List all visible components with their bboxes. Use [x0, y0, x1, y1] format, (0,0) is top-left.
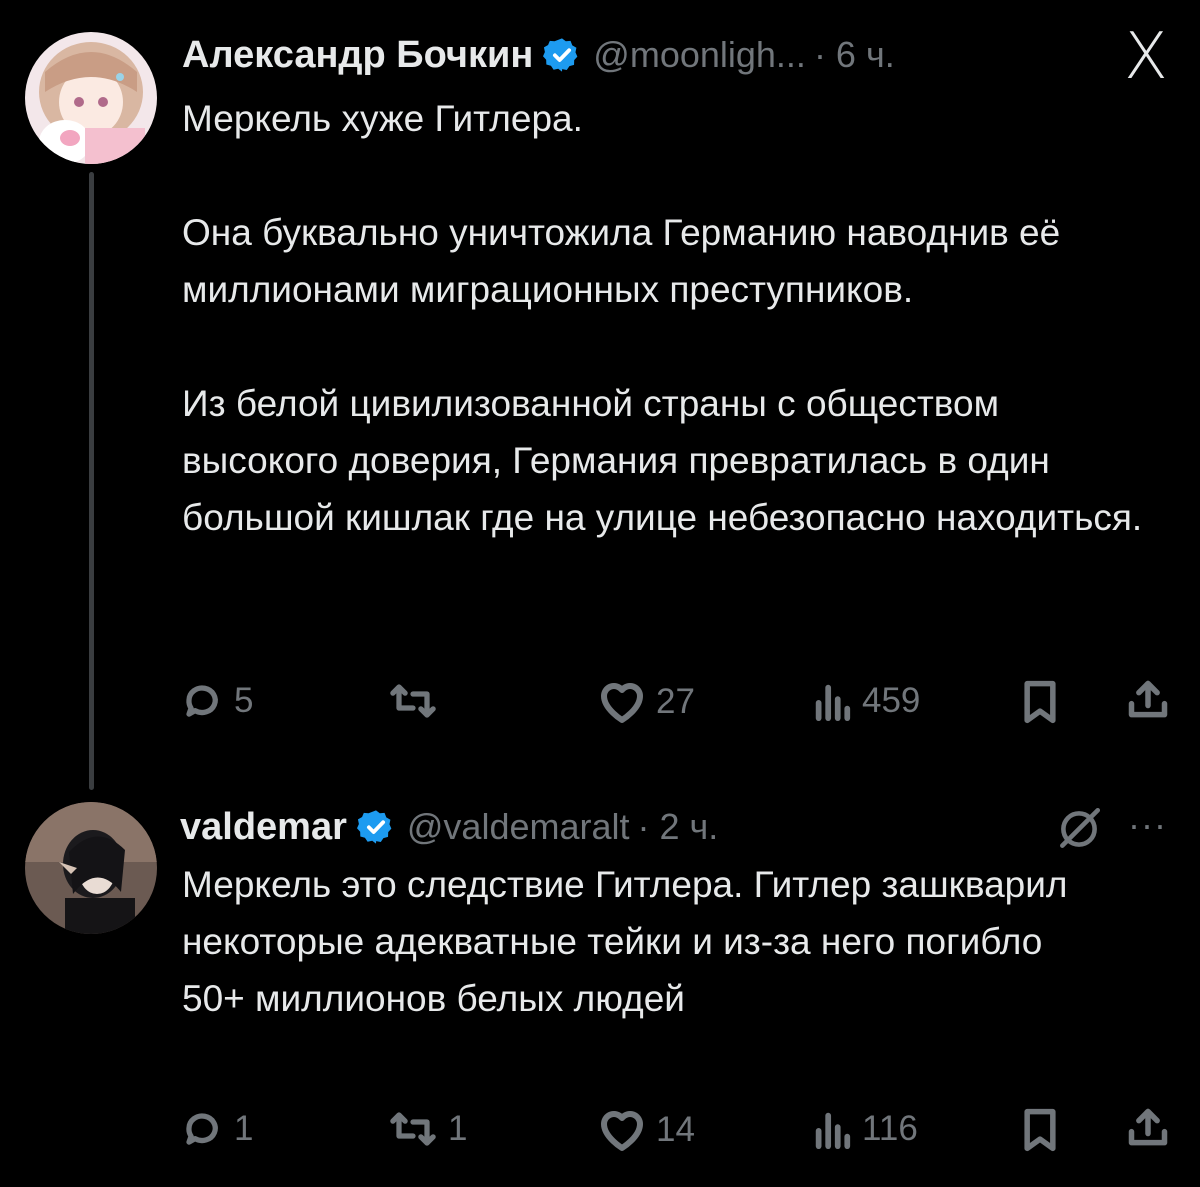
tweet-paragraph: Из белой цивилизованной страны с обществ… — [182, 383, 1143, 538]
author-name[interactable]: Александр Бочкин — [182, 34, 533, 77]
author-handle[interactable]: @moonligh... — [593, 34, 806, 76]
tweet-paragraph: Меркель хуже Гитлера. — [182, 98, 583, 139]
like-count: 27 — [656, 682, 695, 721]
heart-icon — [601, 1111, 643, 1151]
views-count: 459 — [862, 681, 921, 720]
bookmark-icon — [1024, 680, 1056, 724]
like-button[interactable]: 27 — [598, 680, 695, 724]
tweet-time[interactable]: · 2 ч. — [638, 806, 719, 848]
reply-icon — [186, 1113, 218, 1145]
tweet: Александр Бочкин @moonligh... · 6 ч. X М… — [0, 0, 1200, 790]
tweet-time[interactable]: · 6 ч. — [814, 34, 895, 76]
avatar[interactable] — [25, 802, 157, 934]
share-icon — [1128, 1108, 1168, 1146]
reply-count: 1 — [234, 1109, 254, 1148]
tweet-actions: 1 1 14 116 — [0, 1108, 1200, 1158]
author-name[interactable]: valdemar — [180, 806, 347, 849]
repost-button[interactable] — [388, 680, 438, 722]
avatar[interactable] — [25, 32, 157, 164]
author-handle[interactable]: @valdemaralt — [407, 806, 630, 848]
tweet-header: Александр Бочкин @moonligh... · 6 ч. — [182, 30, 895, 80]
grok-icon[interactable] — [1054, 804, 1104, 859]
bookmark-button[interactable] — [1020, 680, 1060, 724]
repost-count: 1 — [448, 1109, 468, 1148]
views-button[interactable]: 116 — [812, 1108, 918, 1150]
reply-button[interactable]: 1 — [182, 1108, 253, 1150]
repost-icon — [390, 684, 436, 718]
verified-badge-icon — [543, 38, 578, 72]
views-button[interactable]: 459 — [812, 680, 920, 722]
tweet-text: Меркель это следствие Гитлера. Гитлер за… — [182, 856, 1112, 1027]
bookmark-icon — [1024, 1108, 1056, 1152]
views-count: 116 — [862, 1109, 918, 1148]
like-count: 14 — [656, 1110, 695, 1149]
repost-icon — [390, 1112, 436, 1146]
close-icon[interactable]: X — [1124, 20, 1168, 94]
share-icon — [1128, 680, 1168, 718]
tweet-header: valdemar @valdemaralt · 2 ч. — [180, 802, 718, 852]
tweet: valdemar @valdemaralt · 2 ч. ··· Меркель… — [0, 790, 1200, 1187]
share-button[interactable] — [1126, 678, 1170, 722]
views-icon — [815, 1112, 851, 1150]
tweet-paragraph: Меркель это следствие Гитлера. Гитлер за… — [182, 864, 1068, 1019]
repost-button[interactable]: 1 — [388, 1108, 467, 1150]
views-icon — [815, 684, 851, 722]
reply-count: 5 — [234, 681, 254, 720]
share-button[interactable] — [1126, 1106, 1170, 1150]
tweet-actions: 5 27 459 — [0, 680, 1200, 730]
heart-icon — [601, 683, 643, 723]
reply-button[interactable]: 5 — [182, 680, 253, 722]
reply-icon — [186, 685, 218, 717]
more-options-icon[interactable]: ··· — [1128, 804, 1167, 846]
verified-badge-icon — [356, 810, 392, 844]
tweet-paragraph: Она буквально уничтожила Германию наводн… — [182, 212, 1061, 310]
like-button[interactable]: 14 — [598, 1108, 695, 1152]
tweet-text: Меркель хуже Гитлера. Она буквально унич… — [182, 90, 1172, 546]
bookmark-button[interactable] — [1020, 1108, 1060, 1152]
